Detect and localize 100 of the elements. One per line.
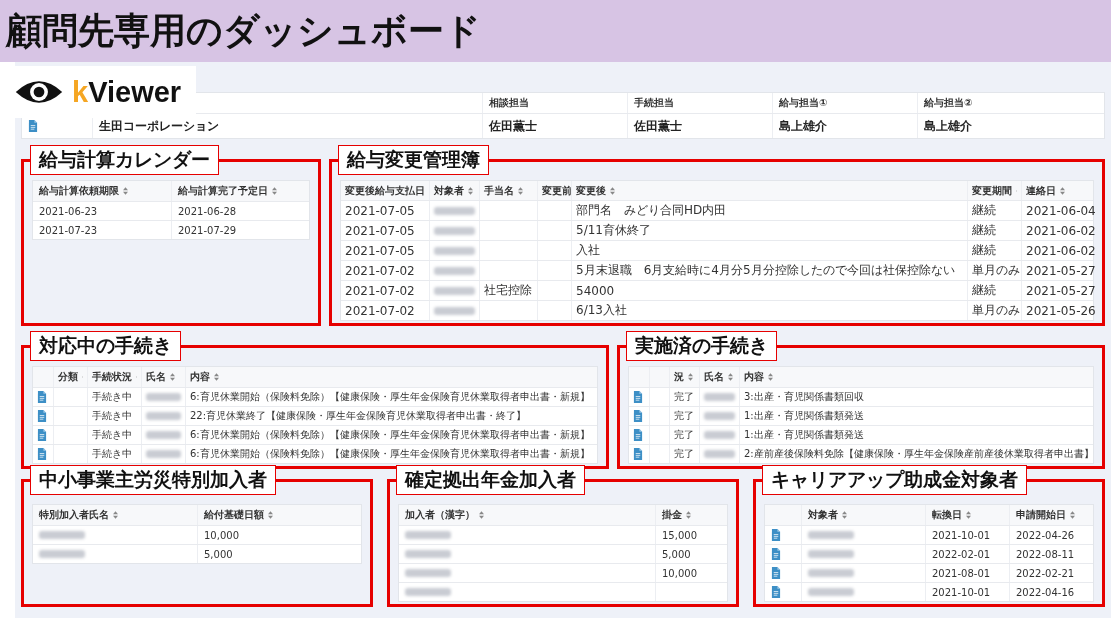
table-cell: 1:出産・育児関係書類発送 bbox=[744, 409, 864, 423]
blurred-name bbox=[808, 550, 854, 558]
callout-label: 確定拠出年金加入者 bbox=[396, 465, 585, 495]
column-header[interactable]: 内容 bbox=[190, 370, 210, 384]
table-cell: 部門名 みどり合同HD内田 bbox=[576, 202, 727, 219]
blurred-name bbox=[704, 450, 735, 458]
table-cell: 2021-05-27 bbox=[1026, 283, 1096, 298]
table-cell: 2021-07-02 bbox=[345, 283, 415, 298]
table-cell: 手続き中 bbox=[92, 409, 132, 423]
table-cell: 手続き中 bbox=[92, 390, 132, 404]
table-cell: 2021-07-02 bbox=[345, 263, 415, 278]
table-cell: 完了 bbox=[674, 409, 694, 423]
table-cell: 手続き中 bbox=[92, 447, 132, 461]
table-cell: 佐田薫士 bbox=[489, 117, 537, 135]
blurred-name bbox=[146, 431, 181, 439]
table-cell: 10,000 bbox=[662, 567, 697, 579]
table-cell: 生田コーポレーション bbox=[99, 117, 219, 135]
column-header[interactable]: 転換日 bbox=[932, 508, 962, 522]
column-header[interactable]: 氏名 bbox=[704, 370, 724, 384]
table-cell: 社宅控除 bbox=[484, 282, 532, 299]
column-header[interactable]: 給付基礎日額 bbox=[204, 508, 264, 522]
table-cell: 2021-06-04 bbox=[1026, 203, 1096, 218]
document-icon bbox=[37, 429, 47, 441]
table-cell: 1:出産・育児関係書類発送 bbox=[744, 428, 864, 442]
table-cell: 2022-08-11 bbox=[1016, 548, 1075, 560]
table-cell: 継続 bbox=[972, 222, 996, 239]
column-header[interactable]: 氏名 bbox=[146, 370, 166, 384]
blurred-name bbox=[434, 226, 475, 235]
table-cell: 島上雄介 bbox=[924, 117, 972, 135]
document-icon bbox=[633, 448, 643, 460]
column-header: 給与担当② bbox=[924, 96, 973, 110]
table-cell: 2021-07-29 bbox=[178, 224, 237, 236]
column-header: 給与担当① bbox=[779, 96, 828, 110]
column-header[interactable]: 対象者 bbox=[808, 508, 838, 522]
column-header[interactable]: 給与計算依頼期限 bbox=[39, 184, 119, 198]
table-cell: 継続 bbox=[972, 242, 996, 259]
table-cell: 2022-04-26 bbox=[1016, 529, 1075, 541]
callout-label: キャリアアップ助成金対象者 bbox=[762, 465, 1027, 495]
blurred-name bbox=[434, 206, 475, 215]
blurred-name bbox=[39, 531, 85, 539]
table-cell: 佐田薫士 bbox=[634, 117, 682, 135]
blurred-name bbox=[405, 550, 451, 558]
column-header[interactable]: 手続状況 bbox=[92, 370, 132, 384]
column-header[interactable]: 変更期間 bbox=[972, 183, 1012, 198]
document-icon bbox=[37, 410, 47, 422]
blurred-name bbox=[405, 569, 451, 577]
table-cell: 手続き中 bbox=[92, 428, 132, 442]
column-header[interactable]: 加入者（漢字） bbox=[405, 508, 475, 522]
table-cell: 2021-08-01 bbox=[932, 567, 991, 579]
column-header[interactable]: 内容 bbox=[744, 370, 764, 384]
table-cell: 10,000 bbox=[204, 529, 239, 541]
blurred-name bbox=[704, 412, 735, 420]
column-header[interactable]: 対象者 bbox=[434, 183, 464, 198]
callout-label: 対応中の手続き bbox=[30, 331, 181, 361]
blurred-name bbox=[704, 393, 735, 401]
blurred-name bbox=[434, 266, 475, 275]
table-cell: 単月のみ bbox=[972, 262, 1020, 279]
table-cell: 6:育児休業開始（保険料免除）【健康保険・厚生年金保険育児休業取得者申出書・新規】 bbox=[190, 390, 590, 404]
column-header[interactable]: 申請開始日 bbox=[1016, 508, 1066, 522]
table-cell: 2021-06-28 bbox=[178, 205, 237, 217]
column-header[interactable]: 掛金 bbox=[662, 508, 682, 522]
table-cell: 15,000 bbox=[662, 529, 697, 541]
table-cell: 継続 bbox=[972, 282, 996, 299]
document-icon bbox=[771, 567, 781, 579]
blurred-name bbox=[405, 531, 451, 539]
table-cell: 2022-02-01 bbox=[932, 548, 991, 560]
column-header[interactable]: 給与計算完了予定日 bbox=[178, 184, 268, 198]
table-cell: 2022-04-16 bbox=[1016, 586, 1075, 598]
document-icon bbox=[28, 120, 38, 132]
table-cell: 2021-07-23 bbox=[39, 224, 98, 236]
column-header[interactable]: 特別加入者氏名 bbox=[39, 508, 109, 522]
table-cell: 入社 bbox=[576, 242, 600, 259]
column-header[interactable]: 分類 bbox=[58, 370, 78, 384]
column-header[interactable]: 変更前 bbox=[542, 183, 572, 198]
table-cell: 2021-05-26 bbox=[1026, 303, 1096, 318]
table-cell: 2021-06-02 bbox=[1026, 243, 1096, 258]
column-header[interactable]: 手当名 bbox=[484, 183, 514, 198]
document-icon bbox=[633, 410, 643, 422]
document-icon bbox=[37, 391, 47, 403]
document-icon bbox=[37, 448, 47, 460]
blurred-name bbox=[808, 531, 854, 539]
table-cell: 5/11育休終了 bbox=[576, 222, 651, 239]
column-header[interactable]: 変更後給与支払日 bbox=[345, 183, 425, 198]
table-cell: 6:育児休業開始（保険料免除）【健康保険・厚生年金保険育児休業取得者申出書・新規】 bbox=[190, 447, 590, 461]
callout-label: 中小事業主労災特別加入者 bbox=[30, 465, 276, 495]
blurred-name bbox=[808, 588, 854, 596]
column-header[interactable]: 連絡日 bbox=[1026, 183, 1056, 198]
table-cell: 6/13入社 bbox=[576, 302, 627, 319]
callout-label: 実施済の手続き bbox=[626, 331, 777, 361]
table-cell: 2022-02-21 bbox=[1016, 567, 1075, 579]
column-header: 手続担当 bbox=[634, 96, 674, 110]
column-header[interactable]: 況 bbox=[674, 370, 684, 384]
blurred-name bbox=[146, 393, 181, 401]
table-cell: 2021-06-23 bbox=[39, 205, 98, 217]
column-header[interactable]: 変更後 bbox=[576, 183, 606, 198]
table-cell: 2:産前産後保険料免除【健康保険・厚生年金保険産前産後休業取得者申出書】 bbox=[744, 447, 1094, 461]
document-icon bbox=[633, 391, 643, 403]
blurred-name bbox=[146, 450, 181, 458]
table-cell: 完了 bbox=[674, 428, 694, 442]
table-cell: 島上雄介 bbox=[779, 117, 827, 135]
